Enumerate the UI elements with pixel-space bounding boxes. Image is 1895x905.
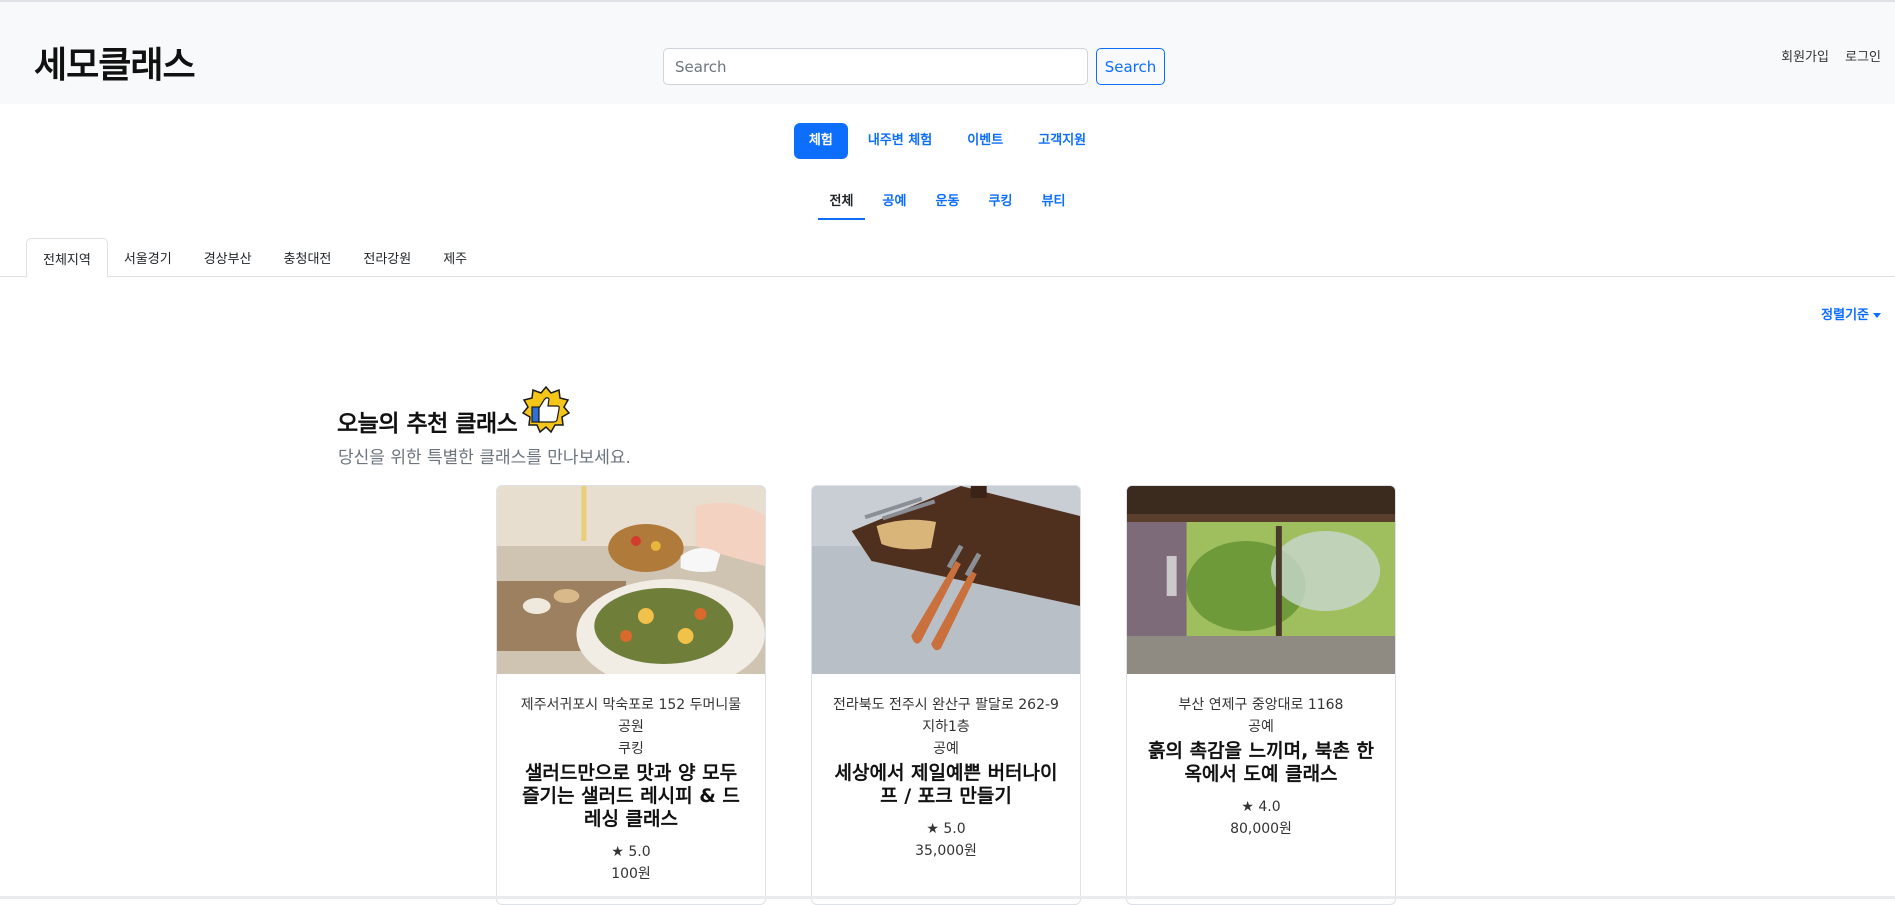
card-address: 제주서귀포시 막숙포로 152 두머니물 공원: [520, 697, 742, 735]
card-body: 전라북도 전주시 완산구 팔달로 262-9 지하1층 공예 세상에서 제일예쁜…: [812, 674, 1080, 862]
card-price: 80,000원: [1230, 821, 1292, 837]
caret-down-icon: [1873, 313, 1881, 318]
region-tab-chungcheong[interactable]: 충청대전: [268, 238, 348, 277]
class-card[interactable]: 부산 연제구 중앙대로 1168 공예 흙의 촉감을 느끼며, 북촌 한옥에서 …: [1126, 485, 1396, 905]
card-title[interactable]: 세상에서 제일예쁜 버터나이프 / 포크 만들기: [830, 762, 1062, 808]
card-body: 부산 연제구 중앙대로 1168 공예 흙의 촉감을 느끼며, 북촌 한옥에서 …: [1127, 674, 1395, 840]
recommend-subtitle: 당신을 위한 특별한 클래스를 만나보세요.: [338, 448, 631, 468]
card-image: [812, 486, 1080, 674]
category-tab-beauty[interactable]: 뷰티: [1030, 182, 1078, 220]
region-tab-gyeongsang[interactable]: 경상부산: [188, 238, 268, 277]
category-nav: 전체 공예 운동 쿠킹 뷰티: [0, 182, 1895, 220]
auth-links: 회원가입 로그인: [1769, 46, 1881, 65]
login-link[interactable]: 로그인: [1845, 50, 1881, 65]
thumbs-up-icon: [522, 386, 570, 434]
region-tab-all[interactable]: 전체지역: [26, 238, 108, 278]
main-nav: 체험 내주변 체험 이벤트 고객지원: [0, 123, 1895, 160]
card-image: [497, 486, 765, 674]
card-category: 공예: [933, 741, 959, 757]
region-tabs: 전체지역 서울경기 경상부산 충청대전 전라강원 제주: [0, 238, 1895, 278]
sort-label: 정렬기준: [1821, 308, 1869, 323]
main-nav-experience[interactable]: 체험: [793, 123, 848, 159]
card-title[interactable]: 흙의 촉감을 느끼며, 북촌 한옥에서 도예 클래스: [1145, 740, 1377, 786]
region-tab-jeolla[interactable]: 전라강원: [347, 238, 427, 277]
card-rating: ★ 5.0: [926, 821, 966, 837]
card-rating: ★ 5.0: [611, 844, 651, 860]
card-title[interactable]: 샐러드만으로 맛과 양 모두 즐기는 샐러드 레시피 & 드레싱 클래스: [515, 762, 747, 831]
card-price: 35,000원: [915, 843, 977, 859]
category-tab-all[interactable]: 전체: [817, 182, 866, 220]
card-category: 공예: [1248, 719, 1274, 735]
main-nav-nearby[interactable]: 내주변 체험: [853, 123, 947, 159]
main-nav-event[interactable]: 이벤트: [952, 123, 1018, 159]
card-address: 전라북도 전주시 완산구 팔달로 262-9 지하1층: [833, 697, 1059, 735]
search-button[interactable]: Search: [1096, 48, 1165, 85]
category-tab-craft[interactable]: 공예: [871, 182, 919, 220]
card-category: 쿠킹: [618, 741, 644, 757]
card-address: 부산 연제구 중앙대로 1168: [1178, 697, 1344, 713]
category-tab-cooking[interactable]: 쿠킹: [977, 182, 1025, 220]
card-rating: ★ 4.0: [1241, 799, 1281, 815]
card-image: [1127, 486, 1395, 674]
main-nav-support[interactable]: 고객지원: [1023, 123, 1101, 159]
card-price: 100원: [611, 866, 651, 882]
class-card[interactable]: 전라북도 전주시 완산구 팔달로 262-9 지하1층 공예 세상에서 제일예쁜…: [811, 485, 1081, 905]
recommend-title: 오늘의 추천 클래스: [337, 411, 518, 437]
class-card[interactable]: 제주서귀포시 막숙포로 152 두머니물 공원 쿠킹 샐러드만으로 맛과 양 모…: [496, 485, 766, 905]
top-header: 세모클래스 Search 회원가입 로그인: [0, 0, 1895, 104]
sort-dropdown[interactable]: 정렬기준: [1821, 304, 1881, 323]
search-input[interactable]: [663, 48, 1088, 85]
signup-link[interactable]: 회원가입: [1781, 50, 1829, 65]
category-tab-exercise[interactable]: 운동: [924, 182, 972, 220]
card-body: 제주서귀포시 막숙포로 152 두머니물 공원 쿠킹 샐러드만으로 맛과 양 모…: [497, 674, 765, 885]
region-tab-seoul[interactable]: 서울경기: [108, 238, 188, 277]
region-tab-jeju[interactable]: 제주: [427, 238, 483, 277]
site-logo[interactable]: 세모클래스: [34, 36, 196, 88]
